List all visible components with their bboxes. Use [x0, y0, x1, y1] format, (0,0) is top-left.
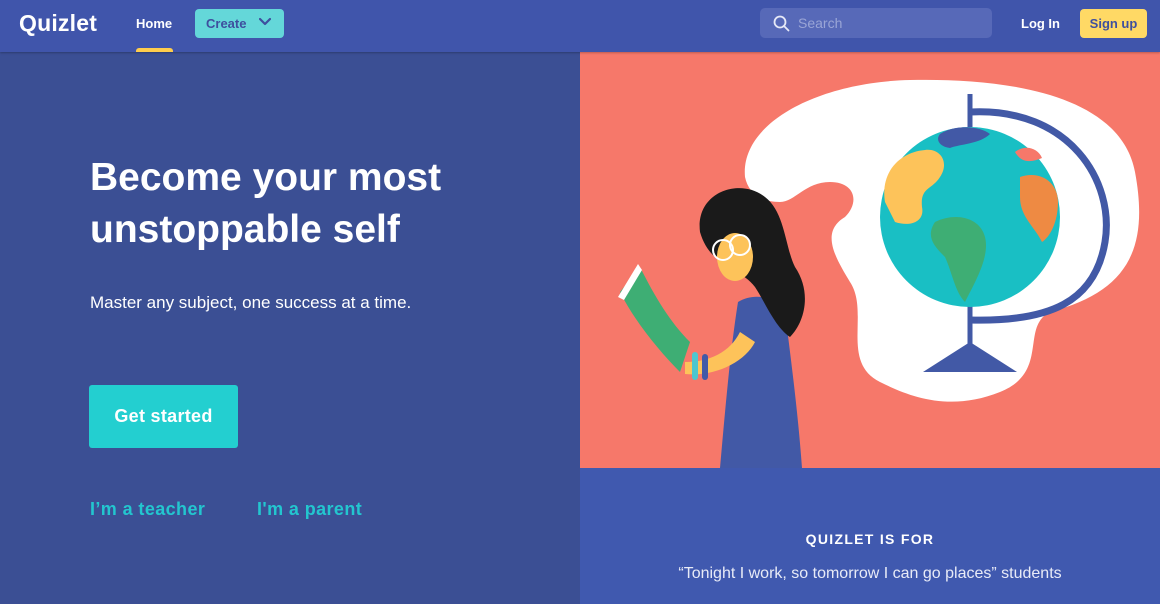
chevron-down-icon	[259, 17, 271, 26]
top-nav-bar: Quizlet Home Create Log In Sign up	[0, 0, 1160, 52]
sign-up-button[interactable]: Sign up	[1080, 9, 1147, 38]
active-tab-indicator	[136, 48, 173, 52]
hero-headline: Become your most unstoppable self	[90, 156, 442, 251]
quizlet-is-for-section: QUIZLET IS FOR “Tonight I work, so tomor…	[580, 468, 1160, 604]
quizlet-logo[interactable]: Quizlet	[19, 10, 97, 37]
hero-panel	[0, 52, 580, 604]
search-box[interactable]	[760, 8, 992, 38]
nav-home-link[interactable]: Home	[136, 16, 172, 31]
hero-subline: Master any subject, one success at a tim…	[90, 293, 412, 312]
search-icon	[773, 15, 790, 32]
hero-illustration	[580, 52, 1160, 468]
quizlet-is-for-quote: “Tonight I work, so tomorrow I can go pl…	[678, 565, 1062, 582]
parent-link[interactable]: I'm a parent	[257, 499, 362, 520]
bracelet-blue	[702, 354, 708, 380]
girl-reading-globe-illustration	[618, 79, 1140, 468]
create-button[interactable]: Create	[195, 9, 284, 38]
get-started-button[interactable]: Get started	[89, 385, 238, 448]
log-in-link[interactable]: Log In	[1021, 16, 1060, 31]
create-button-label: Create	[206, 16, 247, 31]
teacher-link[interactable]: I’m a teacher	[90, 499, 205, 520]
quizlet-is-for-title: QUIZLET IS FOR	[805, 531, 935, 547]
search-input[interactable]	[798, 8, 983, 38]
bracelet-teal	[692, 352, 698, 380]
